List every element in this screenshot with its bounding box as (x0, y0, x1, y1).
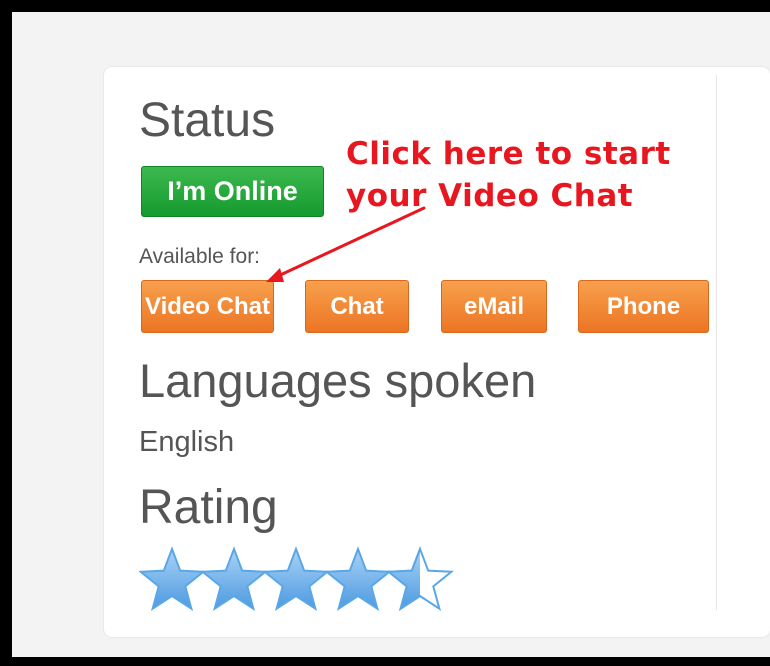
star-icon (139, 546, 205, 611)
language-value: English (139, 426, 235, 458)
rating-stars (139, 546, 455, 611)
chat-button[interactable]: Chat (305, 280, 409, 333)
video-chat-button[interactable]: Video Chat (141, 280, 274, 333)
column-divider (716, 75, 717, 610)
annotation-line-1: Click here to start (346, 136, 671, 172)
languages-title: Languages spoken (139, 354, 537, 407)
annotation-line-2: your Video Chat (346, 178, 634, 214)
annotation-callout: Click here to start your Video Chat (346, 133, 671, 217)
phone-button[interactable]: Phone (578, 280, 709, 333)
status-title: Status (139, 94, 276, 147)
rating-title: Rating (139, 481, 278, 534)
star-icon (263, 546, 329, 611)
available-for-label: Available for: (139, 245, 261, 268)
star-icon (201, 546, 267, 611)
star-icon (325, 546, 391, 611)
email-button[interactable]: eMail (441, 280, 547, 333)
online-status-button[interactable]: I’m Online (141, 166, 324, 217)
star-icon (385, 546, 455, 611)
